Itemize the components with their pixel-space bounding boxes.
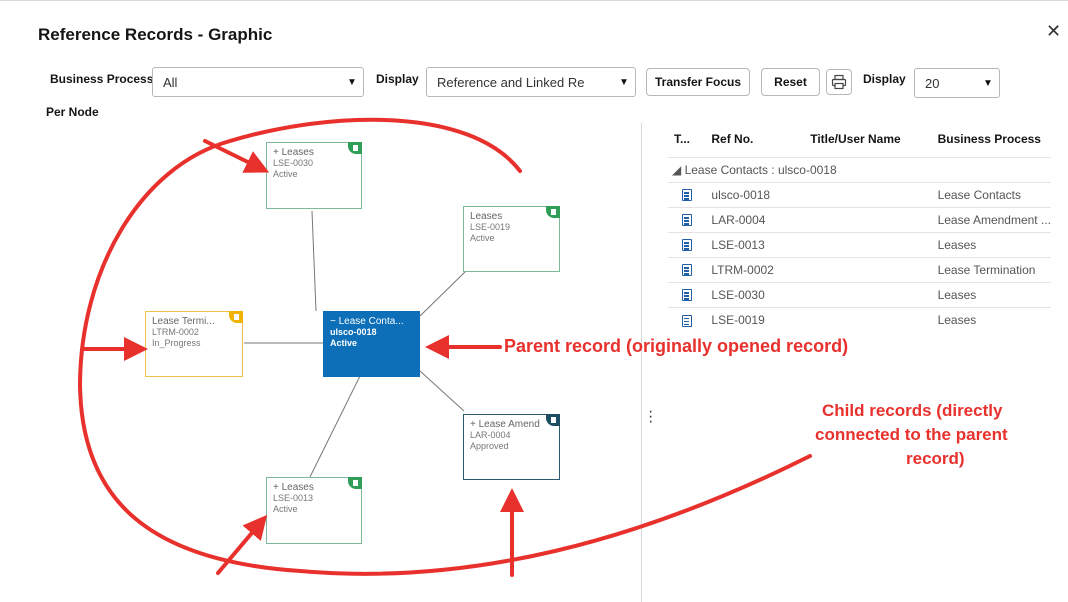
- display-select[interactable]: Reference and Linked Re ▼: [426, 67, 636, 97]
- node-ref: LSE-0019: [470, 222, 511, 232]
- records-table: T... Ref No. Title/User Name Business Pr…: [668, 121, 1064, 332]
- edge-lse0019: [419, 268, 469, 317]
- node-title: Leases: [281, 147, 314, 158]
- node-lse0013[interactable]: + Leases LSE-0013 Active: [266, 477, 362, 544]
- node-status: Active: [273, 504, 298, 514]
- node-ref: LTRM-0002: [152, 327, 199, 337]
- node-status: Active: [470, 233, 495, 243]
- title-cell: [804, 256, 932, 282]
- chevron-down-icon: ▼: [347, 76, 357, 88]
- display-label: Display: [376, 72, 419, 86]
- document-icon: [229, 311, 243, 323]
- title-cell: [804, 306, 932, 332]
- edge-lse0013: [306, 375, 361, 484]
- process-cell: Lease Termination: [931, 256, 1051, 282]
- table-row[interactable]: LSE-0019 Leases: [668, 306, 1051, 332]
- title-cell: [804, 281, 932, 307]
- column-header-process[interactable]: Business Process: [932, 121, 1051, 157]
- child-annotation-line-2: connected to the parent: [815, 425, 1008, 444]
- document-icon: [668, 181, 706, 207]
- node-ref: LAR-0004: [470, 430, 511, 440]
- document-icon: [668, 281, 706, 307]
- node-title: Leases: [470, 211, 503, 222]
- node-status: Active: [273, 169, 298, 179]
- node-ref: LSE-0030: [273, 158, 314, 168]
- edge-lar0004: [419, 370, 465, 412]
- chevron-down-icon: ▼: [619, 76, 629, 88]
- title-cell: [804, 231, 932, 257]
- business-process-select[interactable]: All ▼: [152, 67, 364, 97]
- document-icon: [348, 477, 362, 489]
- document-icon: [668, 256, 706, 282]
- process-cell: Leases: [931, 306, 1051, 332]
- ref-cell: LSE-0019: [705, 306, 805, 332]
- node-title: Lease Termi...: [152, 316, 215, 327]
- business-process-value: All: [163, 74, 178, 90]
- display-count-select[interactable]: 20 ▼: [914, 68, 1000, 98]
- splitter-handle-icon[interactable]: · · ·: [648, 404, 653, 430]
- child-annotation-line-1: Child records (directly: [822, 401, 1003, 420]
- close-icon[interactable]: ✕: [1046, 21, 1061, 42]
- node-lar0004[interactable]: + Lease Amend LAR-0004 Approved: [463, 414, 560, 480]
- table-row[interactable]: LSE-0030 Leases: [668, 281, 1051, 307]
- ref-cell: LSE-0030: [705, 281, 805, 307]
- document-icon: [546, 414, 560, 426]
- display-count-label: Display: [863, 72, 906, 86]
- document-icon: [668, 206, 706, 232]
- table-row[interactable]: ulsco-0018 Lease Contacts: [668, 181, 1051, 207]
- node-ref: LSE-0013: [273, 493, 314, 503]
- node-ltrm0002[interactable]: Lease Termi... LTRM-0002 In_Progress: [145, 311, 243, 377]
- column-header-title[interactable]: Title/User Name: [804, 121, 931, 157]
- print-icon[interactable]: [826, 69, 852, 95]
- process-cell: Lease Amendment ...: [931, 206, 1051, 232]
- chevron-down-icon: ▼: [983, 77, 993, 89]
- node-lse0019[interactable]: Leases LSE-0019 Active: [463, 206, 560, 272]
- table-row[interactable]: LTRM-0002 Lease Termination: [668, 256, 1051, 282]
- reset-button[interactable]: Reset: [761, 68, 820, 96]
- display-value: Reference and Linked Re: [437, 74, 585, 90]
- table-row[interactable]: LAR-0004 Lease Amendment ...: [668, 206, 1051, 232]
- document-icon: [668, 231, 706, 257]
- group-row[interactable]: ◢ Lease Contacts : ulsco-0018: [668, 156, 1051, 182]
- node-status: Approved: [470, 441, 509, 451]
- reference-records-dialog: Reference Records - Graphic ✕ Business P…: [0, 0, 1068, 602]
- ref-cell: LSE-0013: [705, 231, 805, 257]
- document-icon: [348, 142, 362, 154]
- title-cell: [804, 181, 932, 207]
- column-header-ref[interactable]: Ref No.: [705, 121, 804, 157]
- document-icon: [546, 206, 560, 218]
- display-count-value: 20: [925, 75, 940, 91]
- node-lse0030[interactable]: + Leases LSE-0030 Active: [266, 142, 362, 209]
- child-annotation-line-3: record): [906, 449, 965, 468]
- edge-lse0030: [311, 210, 317, 312]
- node-title: Leases: [281, 482, 314, 493]
- graph-canvas: + Leases LSE-0030 Active Leases LSE-0019…: [38, 121, 640, 602]
- business-process-label: Business Process: [50, 72, 154, 86]
- dialog-title: Reference Records - Graphic: [38, 25, 273, 44]
- node-center-parent[interactable]: − Lease Conta... ulsco-0018 Active: [323, 311, 420, 377]
- ref-cell: LAR-0004: [705, 206, 805, 232]
- table-row[interactable]: LSE-0013 Leases: [668, 231, 1051, 257]
- node-status: Active: [330, 338, 358, 348]
- transfer-focus-button[interactable]: Transfer Focus: [646, 68, 750, 96]
- node-ref: ulsco-0018: [330, 327, 377, 337]
- parent-annotation: Parent record (originally opened record): [504, 336, 849, 356]
- group-label[interactable]: ◢ Lease Contacts : ulsco-0018: [668, 156, 1051, 182]
- column-header-type[interactable]: T...: [668, 121, 705, 157]
- document-icon: [668, 306, 706, 332]
- ref-cell: ulsco-0018: [705, 181, 805, 207]
- ref-cell: LTRM-0002: [705, 256, 805, 282]
- node-status: In_Progress: [152, 338, 201, 348]
- node-title: Lease Conta...: [338, 316, 404, 327]
- process-cell: Leases: [931, 281, 1051, 307]
- title-cell: [804, 206, 932, 232]
- process-cell: Leases: [931, 231, 1051, 257]
- per-node-label: Per Node: [46, 105, 99, 119]
- pane-divider: [641, 123, 642, 602]
- node-title: Lease Amend: [478, 419, 540, 430]
- process-cell: Lease Contacts: [931, 181, 1051, 207]
